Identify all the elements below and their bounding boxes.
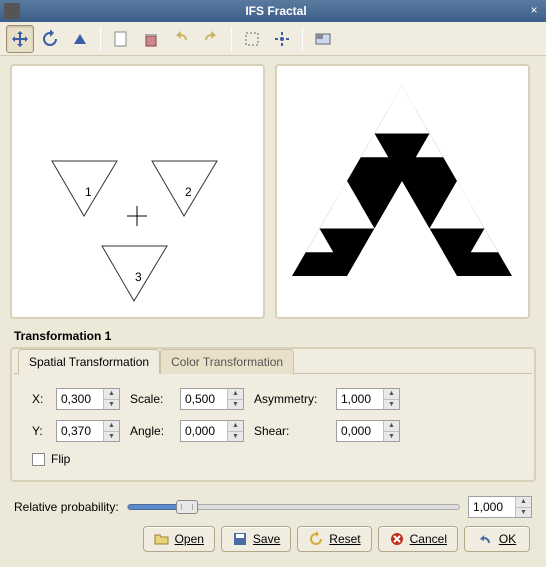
angle-label: Angle: [130, 424, 170, 438]
toolbar [0, 22, 546, 56]
y-input[interactable]: ▲▼ [56, 420, 120, 442]
cancel-button[interactable]: Cancel [378, 526, 458, 552]
reset-button[interactable]: Reset [297, 526, 371, 552]
probability-label: Relative probability: [14, 500, 119, 514]
rotate-tool-button[interactable] [36, 25, 64, 53]
recenter-button[interactable] [268, 25, 296, 53]
window-title: IFS Fractal [26, 4, 526, 18]
y-label: Y: [32, 424, 46, 438]
app-icon [4, 3, 20, 19]
x-input[interactable]: ▲▼ [56, 388, 120, 410]
save-button[interactable]: Save [221, 526, 291, 552]
probability-input[interactable]: ▲▼ [468, 496, 532, 518]
preview-panel [275, 64, 530, 319]
asymmetry-input[interactable]: ▲▼ [336, 388, 400, 410]
stretch-tool-button[interactable] [66, 25, 94, 53]
tab-spatial[interactable]: Spatial Transformation [18, 349, 160, 374]
new-button[interactable] [107, 25, 135, 53]
move-tool-button[interactable] [6, 25, 34, 53]
shear-input[interactable]: ▲▼ [336, 420, 400, 442]
undo-button[interactable] [167, 25, 195, 53]
ok-icon [478, 531, 494, 547]
tab-color[interactable]: Color Transformation [160, 349, 294, 374]
tabs-container: Spatial Transformation Color Transformat… [10, 347, 536, 482]
select-all-button[interactable] [238, 25, 266, 53]
close-icon[interactable]: × [526, 3, 542, 19]
flip-label: Flip [51, 452, 70, 466]
scale-label: Scale: [130, 392, 170, 406]
design-panel[interactable]: 1 2 3 [10, 64, 265, 319]
x-label: X: [32, 392, 46, 406]
folder-open-icon [154, 531, 170, 547]
render-options-button[interactable] [309, 25, 337, 53]
scale-input[interactable]: ▲▼ [180, 388, 244, 410]
probability-slider[interactable] [127, 504, 460, 510]
shear-label: Shear: [254, 424, 326, 438]
flip-checkbox[interactable] [32, 453, 45, 466]
section-title: Transformation 1 [14, 329, 536, 343]
svg-text:1: 1 [85, 185, 92, 199]
ok-button[interactable]: OK [464, 526, 530, 552]
svg-text:3: 3 [135, 270, 142, 284]
floppy-icon [232, 531, 248, 547]
refresh-icon [308, 531, 324, 547]
redo-button[interactable] [197, 25, 225, 53]
svg-text:2: 2 [185, 185, 192, 199]
angle-input[interactable]: ▲▼ [180, 420, 244, 442]
asymmetry-label: Asymmetry: [254, 392, 326, 406]
delete-button[interactable] [137, 25, 165, 53]
titlebar: IFS Fractal × [0, 0, 546, 22]
open-button[interactable]: Open [143, 526, 215, 552]
cancel-icon [389, 531, 405, 547]
